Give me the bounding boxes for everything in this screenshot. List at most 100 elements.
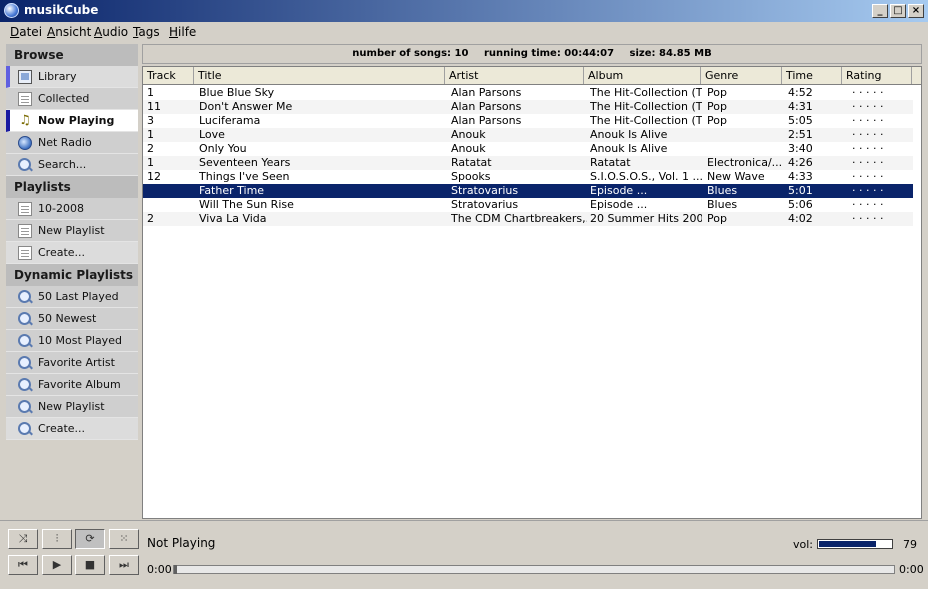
cell-rating[interactable]: · · · · ·	[852, 184, 912, 198]
cell-artist: The CDM Chartbreakers,...	[451, 212, 587, 225]
column-genre[interactable]: Genre	[701, 67, 782, 84]
seek-bar[interactable]	[173, 565, 895, 574]
cell-genre: Blues	[707, 198, 738, 211]
column-title[interactable]: Title	[194, 67, 445, 84]
table-row[interactable]: 11 Don't Answer Me Alan Parsons The Hit-Col…	[143, 100, 913, 114]
sidebar-item-50-last-played[interactable]: 50 Last Played	[6, 286, 138, 308]
table-row[interactable]: 1 Love Anouk Anouk Is Alive 2:51 · · · · ·	[143, 128, 913, 142]
volume-fill	[819, 541, 876, 547]
sidebar-item-search[interactable]: Search...	[6, 154, 138, 176]
cell-album: Anouk Is Alive	[590, 128, 668, 141]
play-button[interactable]: ▶	[42, 555, 72, 575]
seek-handle[interactable]	[174, 565, 177, 574]
table-row[interactable]: 2 Viva La Vida The CDM Chartbreakers,... 20…	[143, 212, 913, 226]
minimize-button[interactable]: _	[872, 4, 888, 18]
cell-genre: Blues	[707, 184, 738, 197]
dynamic-playlist-icon	[18, 290, 31, 303]
table-row[interactable]: 3 Luciferama Alan Parsons The Hit-Collectio…	[143, 114, 913, 128]
main-panel: number of songs: 10 running time: 00:44:…	[142, 44, 922, 519]
table-row[interactable]: 1 Seventeen Years Ratatat Ratatat Electronic…	[143, 156, 913, 170]
menu-audio[interactable]: Audio	[94, 25, 128, 39]
close-button[interactable]: ×	[908, 4, 924, 18]
cell-genre: Electronica/...	[707, 156, 783, 169]
table-row[interactable]: Father Time Stratovarius Episode ... Blues 5…	[143, 184, 913, 198]
sidebar-item-create-playlist[interactable]: Create...	[6, 242, 138, 264]
sidebar-item-now-playing[interactable]: ♫ Now Playing	[6, 110, 138, 132]
sidebar-item-new-dynamic-playlist[interactable]: New Playlist	[6, 396, 138, 418]
column-album[interactable]: Album	[584, 67, 701, 84]
menu-datei[interactable]: Datei	[10, 25, 42, 39]
cell-artist: Spooks	[451, 170, 491, 183]
play-icon: ▶	[52, 558, 62, 571]
equalizer-button[interactable]: ⫶	[42, 529, 72, 549]
column-track[interactable]: Track	[143, 67, 194, 84]
table-row[interactable]: 2 Only You Anouk Anouk Is Alive 3:40 · · · · …	[143, 142, 913, 156]
cell-track: 1	[147, 156, 154, 169]
cell-album: S.I.O.S.O.S., Vol. 1 ...	[590, 170, 702, 183]
sidebar-item-new-playlist[interactable]: New Playlist	[6, 220, 138, 242]
info-bar: number of songs: 10 running time: 00:44:…	[142, 44, 922, 64]
sidebar-item-net-radio[interactable]: Net Radio	[6, 132, 138, 154]
cell-rating[interactable]: · · · · ·	[852, 128, 912, 142]
previous-button[interactable]: ⏮	[8, 555, 38, 575]
dynamic-playlist-icon	[18, 312, 31, 325]
cell-artist: Ratatat	[451, 156, 492, 169]
menu-hilfe[interactable]: Hilfe	[169, 25, 196, 39]
cell-rating[interactable]: · · · · ·	[852, 114, 912, 128]
table-row[interactable]: 12 Things I've Seen Spooks S.I.O.S.O.S., Vo…	[143, 170, 913, 184]
create-icon	[18, 246, 32, 260]
cell-rating[interactable]: · · · · ·	[852, 212, 912, 226]
cell-artist: Stratovarius	[451, 184, 519, 197]
sidebar-item-10-most-played[interactable]: 10 Most Played	[6, 330, 138, 352]
cell-rating[interactable]: · · · · ·	[852, 156, 912, 170]
shuffle-button[interactable]: ⤨	[8, 529, 38, 549]
sidebar-item-50-newest[interactable]: 50 Newest	[6, 308, 138, 330]
table-row[interactable]: Will The Sun Rise Stratovarius Episode ...…	[143, 198, 913, 212]
app-icon	[4, 3, 19, 18]
cell-rating[interactable]: · · · · ·	[852, 86, 912, 100]
cell-rating[interactable]: · · · · ·	[852, 142, 912, 156]
cell-time: 3:40	[788, 142, 813, 155]
stop-button[interactable]: ■	[75, 555, 105, 575]
sidebar-item-create-dynamic[interactable]: Create...	[6, 418, 138, 440]
cell-time: 5:01	[788, 184, 813, 197]
total-size: size: 84.85 MB	[629, 48, 712, 59]
sidebar-item-favorite-artist[interactable]: Favorite Artist	[6, 352, 138, 374]
volume-label: vol:	[793, 538, 814, 551]
sidebar-item-library[interactable]: Library	[6, 66, 138, 88]
sidebar-item-playlist-10-2008[interactable]: 10-2008	[6, 198, 138, 220]
sidebar-item-collected[interactable]: Collected	[6, 88, 138, 110]
cell-track: 1	[147, 86, 154, 99]
cell-rating[interactable]: · · · · ·	[852, 170, 912, 184]
next-icon: ⏭	[119, 558, 129, 571]
menu-tags[interactable]: Tags	[133, 25, 160, 39]
cell-title: Seventeen Years	[199, 156, 291, 169]
repeat-icon: ⟳	[85, 532, 95, 545]
cell-time: 4:02	[788, 212, 813, 225]
maximize-button[interactable]: □	[890, 4, 906, 18]
dynamic-playlist-icon	[18, 400, 31, 413]
repeat-button[interactable]: ⟳	[75, 529, 105, 549]
column-rating[interactable]: Rating	[842, 67, 912, 84]
cell-rating[interactable]: · · · · ·	[852, 198, 912, 212]
next-button[interactable]: ⏭	[109, 555, 139, 575]
cell-title: Viva La Vida	[199, 212, 267, 225]
random-button[interactable]: ⁙	[109, 529, 139, 549]
dynamic-playlist-icon	[18, 334, 31, 347]
column-artist[interactable]: Artist	[445, 67, 584, 84]
sidebar: Browse Library Collected ♫ Now Playing Ne…	[6, 44, 138, 519]
section-browse: Browse	[6, 44, 138, 66]
cell-album: Episode ...	[590, 198, 648, 211]
cell-track: 12	[147, 170, 161, 183]
cell-time: 5:06	[788, 198, 813, 211]
cell-rating[interactable]: · · · · ·	[852, 100, 912, 114]
column-time[interactable]: Time	[782, 67, 842, 84]
volume-slider[interactable]	[817, 539, 893, 549]
column-header-row: Track Title Artist Album Genre Time Rati…	[143, 67, 921, 85]
table-row[interactable]: 1 Blue Blue Sky Alan Parsons The Hit-Collec…	[143, 86, 913, 100]
menu-ansicht[interactable]: Ansicht	[47, 25, 91, 39]
section-playlists: Playlists	[6, 176, 138, 198]
sidebar-item-favorite-album[interactable]: Favorite Album	[6, 374, 138, 396]
cell-title: Love	[199, 128, 225, 141]
song-list[interactable]: Track Title Artist Album Genre Time Rati…	[142, 66, 922, 519]
